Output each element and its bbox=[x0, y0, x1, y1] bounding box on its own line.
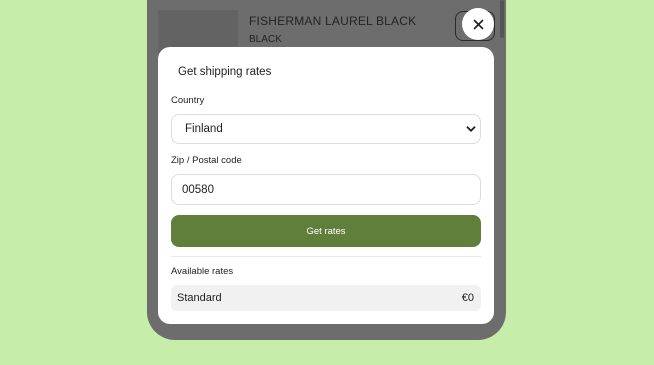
rate-name: Standard bbox=[177, 292, 222, 304]
divider bbox=[171, 256, 481, 257]
zip-value: 00580 bbox=[182, 183, 214, 196]
close-button[interactable] bbox=[462, 8, 494, 40]
product-variant: BLACK bbox=[249, 34, 282, 45]
zip-label: Zip / Postal code bbox=[171, 155, 242, 166]
close-icon bbox=[473, 19, 483, 29]
shipping-rates-modal: Get shipping rates Country Finland Zip /… bbox=[158, 47, 494, 324]
product-title: FISHERMAN LAUREL BLACK bbox=[249, 14, 417, 28]
country-select[interactable]: Finland bbox=[171, 114, 481, 144]
chevron-down-icon bbox=[466, 126, 476, 132]
scrollbar bbox=[500, 0, 504, 38]
rate-price: €0 bbox=[461, 292, 474, 304]
country-value: Finland bbox=[185, 123, 223, 135]
rate-row: Standard €0 bbox=[171, 285, 481, 311]
country-label: Country bbox=[171, 95, 205, 106]
get-rates-button[interactable]: Get rates bbox=[171, 215, 481, 247]
available-rates-label: Available rates bbox=[171, 266, 234, 277]
zip-input[interactable]: 00580 bbox=[171, 174, 481, 205]
modal-title: Get shipping rates bbox=[178, 66, 272, 78]
